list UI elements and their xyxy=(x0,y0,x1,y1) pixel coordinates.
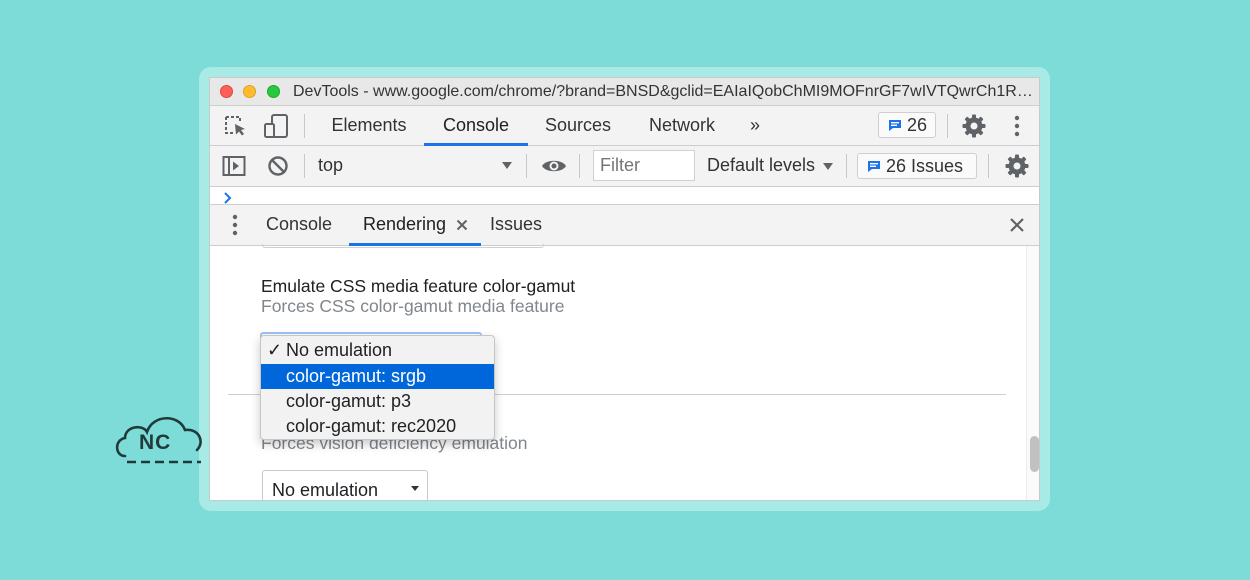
color-gamut-description: Forces CSS color-gamut media feature xyxy=(261,296,565,316)
toolbar-divider xyxy=(304,114,305,138)
toolbar-divider xyxy=(947,114,948,138)
context-selector[interactable]: top xyxy=(318,155,343,176)
drawer-tab-console[interactable]: Console xyxy=(266,205,332,246)
option-color-gamut-rec2020[interactable]: color-gamut: rec2020 xyxy=(261,414,494,439)
device-toolbar-icon[interactable] xyxy=(263,113,289,139)
minimize-window-button[interactable] xyxy=(243,85,256,98)
color-gamut-title: Emulate CSS media feature color-gamut xyxy=(261,276,576,296)
toolbar-divider xyxy=(988,154,989,178)
zoom-window-button[interactable] xyxy=(267,85,280,98)
close-window-button[interactable] xyxy=(220,85,233,98)
previous-select-edge xyxy=(262,244,544,248)
issues-label: 26 Issues xyxy=(886,156,964,176)
more-options-icon[interactable] xyxy=(1011,115,1023,137)
issue-icon xyxy=(868,161,880,172)
window-title: DevTools - www.google.com/chrome/?brand=… xyxy=(293,83,1033,100)
toolbar-divider xyxy=(846,154,847,178)
option-no-emulation[interactable]: ✓ No emulation xyxy=(261,338,494,363)
live-expression-eye-icon[interactable] xyxy=(541,157,567,175)
chevron-down-icon[interactable] xyxy=(501,161,513,170)
drawer-tab-bar: Console Rendering Issues xyxy=(210,205,1039,246)
drawer-menu-icon[interactable] xyxy=(230,214,240,236)
scrollbar-thumb[interactable] xyxy=(1030,436,1039,472)
main-toolbar: Elements Console Sources Network » 26 xyxy=(210,106,1039,146)
title-bar: DevTools - www.google.com/chrome/?brand=… xyxy=(210,78,1039,106)
console-prompt-row[interactable] xyxy=(210,187,1039,205)
issues-badge[interactable]: 26 Issues xyxy=(857,153,977,179)
tab-elements[interactable]: Elements xyxy=(318,106,420,146)
option-color-gamut-srgb[interactable]: color-gamut: srgb xyxy=(261,364,494,389)
toolbar-divider xyxy=(526,154,527,178)
toolbar-divider xyxy=(304,154,305,178)
close-drawer-icon[interactable] xyxy=(1009,217,1025,233)
console-toolbar: top Default levels 26 Issues xyxy=(210,146,1039,187)
option-color-gamut-p3[interactable]: color-gamut: p3 xyxy=(261,389,494,414)
tab-sources[interactable]: Sources xyxy=(534,106,622,146)
close-tab-icon[interactable] xyxy=(456,219,468,231)
vision-deficiency-select[interactable]: No emulation xyxy=(262,470,428,500)
color-gamut-dropdown: ✓ No emulation color-gamut: srgb color-g… xyxy=(260,335,495,440)
checkmark-icon: ✓ xyxy=(267,340,283,360)
drawer-tab-rendering-label: Rendering xyxy=(363,214,447,234)
console-prompt-icon xyxy=(224,192,232,204)
clear-console-icon[interactable] xyxy=(267,155,289,177)
messages-badge[interactable]: 26 xyxy=(878,112,936,138)
select-caret-icon xyxy=(411,486,419,491)
log-levels-selector[interactable]: Default levels xyxy=(707,155,815,176)
drawer-tab-issues[interactable]: Issues xyxy=(490,205,542,246)
filter-input[interactable] xyxy=(593,150,695,181)
logo-text: NC xyxy=(139,431,172,454)
inspect-element-icon[interactable] xyxy=(224,115,248,137)
message-icon xyxy=(889,120,901,131)
vision-deficiency-value: No emulation xyxy=(272,480,379,500)
tab-network[interactable]: Network xyxy=(638,106,726,146)
scrollbar[interactable] xyxy=(1026,246,1039,500)
console-settings-gear-icon[interactable] xyxy=(1005,154,1029,178)
tab-console[interactable]: Console xyxy=(424,106,528,146)
chevron-down-icon xyxy=(823,163,833,170)
messages-count: 26 xyxy=(907,115,928,135)
more-tabs-button[interactable]: » xyxy=(738,106,772,146)
option-label: No emulation xyxy=(286,340,393,360)
show-sidebar-icon[interactable] xyxy=(222,155,246,177)
toolbar-divider xyxy=(579,154,580,178)
settings-gear-icon[interactable] xyxy=(962,114,986,138)
